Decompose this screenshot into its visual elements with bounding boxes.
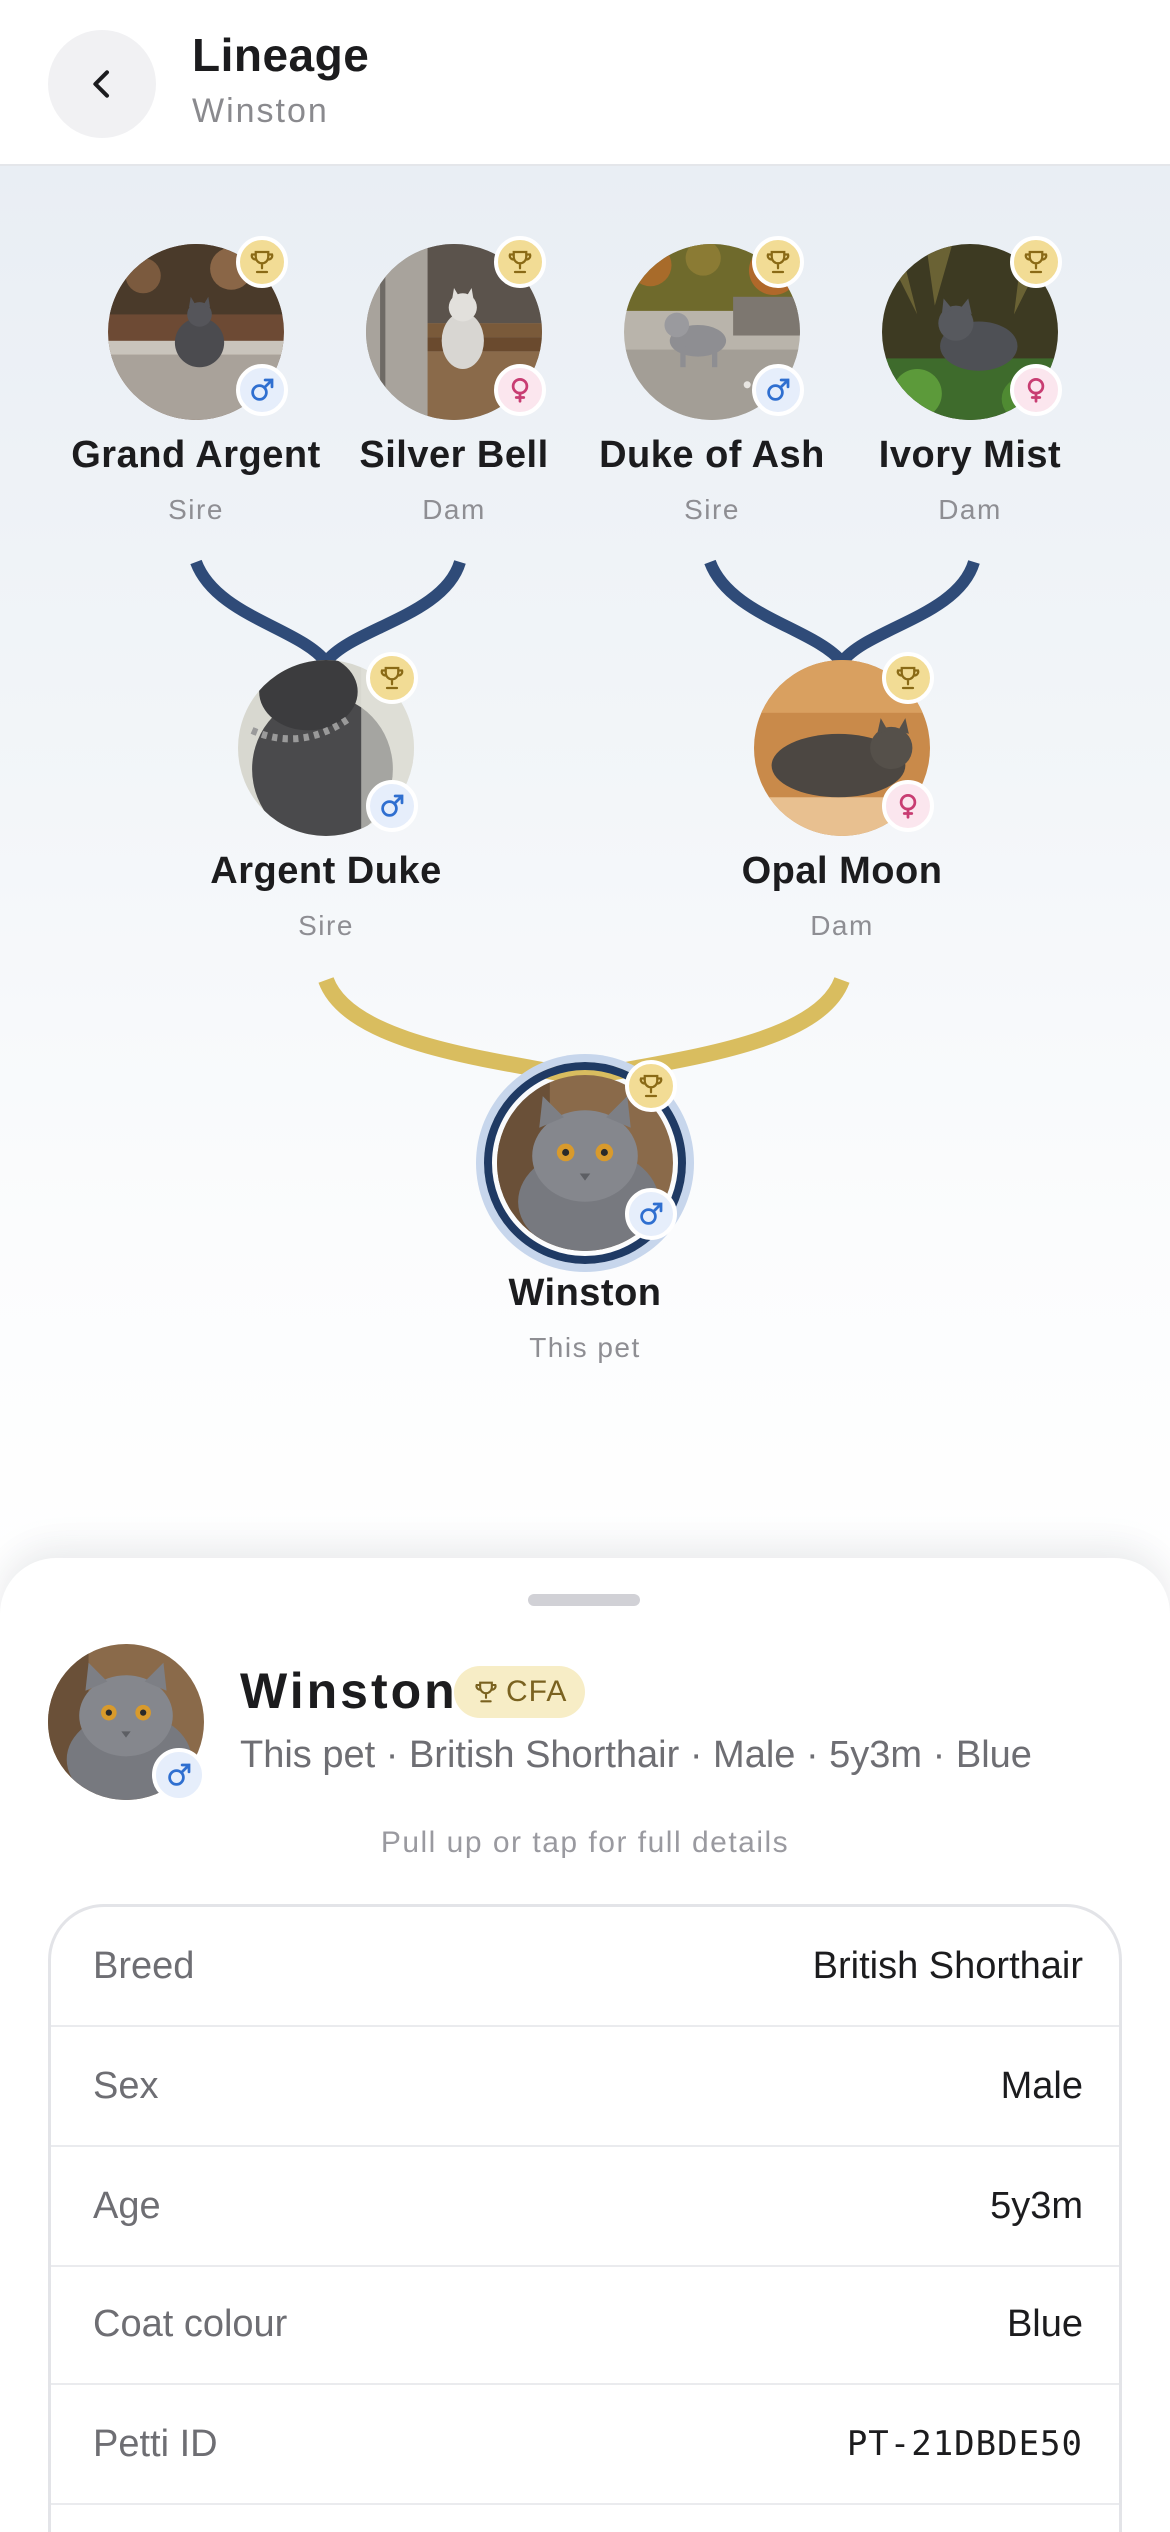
node-name: Silver Bell [359, 434, 549, 476]
sex-badge [236, 364, 288, 416]
connector-duke-of-ash [704, 559, 847, 667]
connector-grand-argent [190, 559, 331, 666]
trophy-icon [380, 666, 404, 690]
detail-label: Coat colour [93, 2302, 288, 2345]
detail-row-sex: Sex Male [51, 2027, 1119, 2147]
trophy-icon [1024, 250, 1048, 274]
tree-node-grand-argent[interactable]: Grand Argent Sire [46, 236, 346, 525]
connector-silver-bell [321, 559, 466, 667]
female-symbol-icon [899, 794, 917, 819]
pet-name: Winston [240, 1663, 458, 1719]
sex-badge [752, 364, 804, 416]
page-title: Lineage [192, 29, 370, 81]
trophy-icon [475, 1681, 497, 1703]
lineage-tree: Grand Argent Sire Silver Bell Dam Duke o… [0, 166, 1170, 1586]
trophy-icon [508, 250, 532, 274]
detail-value: British Shorthair [812, 1944, 1083, 1987]
pet-summary: This pet · British Shorthair · Male · 5y… [240, 1734, 1032, 1776]
sex-badge [882, 780, 934, 832]
detail-value: Male [1000, 2064, 1083, 2107]
app-header: Lineage Winston [0, 0, 1170, 166]
connector-ivory-mist [837, 559, 980, 666]
node-name: Winston [508, 1272, 662, 1314]
detail-label: Breed [93, 1944, 195, 1987]
chevron-left-icon [93, 70, 109, 98]
detail-value: 5y3m [990, 2184, 1083, 2227]
sex-badge [366, 780, 418, 832]
trophy-icon [250, 250, 274, 274]
tree-node-duke-of-ash[interactable]: Duke of Ash Sire [562, 236, 862, 525]
sheet-hint: Pull up or tap for full details [380, 1826, 790, 1859]
node-role: Dam [810, 910, 874, 941]
detail-row-coat-colour: Coat colour Blue [51, 2265, 1119, 2385]
back-button[interactable] [48, 30, 156, 138]
detail-row-breed: Breed British Shorthair [51, 1907, 1119, 2027]
node-name: Duke of Ash [599, 434, 825, 476]
tree-node-winston[interactable]: Winston This pet [435, 1060, 735, 1363]
detail-row-petti-id: Petti ID PT-21DBDE50 [51, 2385, 1119, 2505]
tree-node-silver-bell[interactable]: Silver Bell Dam [304, 236, 604, 525]
male-symbol-icon [381, 794, 404, 817]
champion-badge [366, 652, 418, 704]
sex-badge [152, 1748, 206, 1802]
male-symbol-icon [640, 1202, 663, 1225]
node-name: Argent Duke [210, 850, 442, 892]
details-card: Breed British Shorthair Sex Male Age 5y3… [48, 1904, 1122, 2532]
detail-label: Age [93, 2184, 161, 2227]
male-symbol-icon [251, 378, 274, 401]
female-symbol-icon [1027, 378, 1045, 403]
sex-badge [494, 364, 546, 416]
champion-badge [752, 236, 804, 288]
male-symbol-icon [767, 378, 790, 401]
detail-value: Blue [1006, 2302, 1083, 2345]
cfa-badge: CFA [454, 1666, 586, 1718]
tree-node-argent-duke[interactable]: Argent Duke Sire [176, 652, 476, 941]
male-symbol-icon [168, 1763, 191, 1786]
trophy-icon [766, 250, 790, 274]
tree-node-opal-moon[interactable]: Opal Moon Dam [692, 652, 992, 941]
champion-badge [882, 652, 934, 704]
page-subtitle: Winston [192, 92, 329, 130]
node-role: This pet [529, 1332, 641, 1363]
cfa-badge-label: CFA [506, 1675, 568, 1708]
champion-badge [625, 1060, 677, 1112]
trophy-icon [639, 1074, 663, 1098]
sex-badge [1010, 364, 1062, 416]
pet-details-sheet[interactable]: Winston CFA This pet · British Shorthair… [0, 1558, 1170, 2532]
detail-row-age: Age 5y3m [51, 2147, 1119, 2267]
node-role: Dam [938, 494, 1002, 525]
trophy-icon [896, 666, 920, 690]
champion-badge [1010, 236, 1062, 288]
node-name: Ivory Mist [878, 434, 1062, 476]
node-role: Sire [298, 910, 354, 941]
node-role: Dam [422, 494, 486, 525]
champion-badge [236, 236, 288, 288]
node-name: Grand Argent [71, 434, 321, 476]
female-symbol-icon [511, 378, 529, 403]
node-name: Opal Moon [741, 850, 943, 892]
node-role: Sire [168, 494, 224, 525]
sex-badge [625, 1188, 677, 1240]
sheet-drag-handle[interactable] [528, 1594, 640, 1606]
detail-label: Petti ID [93, 2422, 218, 2465]
tree-node-ivory-mist[interactable]: Ivory Mist Dam [820, 236, 1120, 525]
champion-badge [494, 236, 546, 288]
detail-value: PT-21DBDE50 [846, 2424, 1083, 2464]
detail-label: Sex [93, 2064, 159, 2107]
node-role: Sire [684, 494, 740, 525]
